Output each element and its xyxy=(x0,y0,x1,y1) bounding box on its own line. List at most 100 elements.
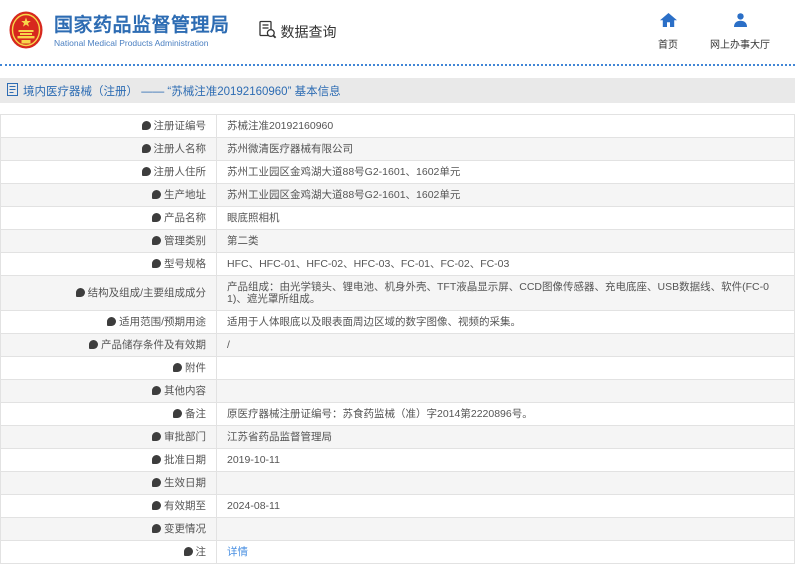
note-icon xyxy=(152,213,161,222)
row-label: 注册人住所 xyxy=(153,166,207,178)
row-value: 苏械注准20192160960 xyxy=(227,120,334,132)
home-icon xyxy=(659,13,677,32)
row-value-cell: 江苏省药品监督管理局 xyxy=(216,425,795,449)
note-icon xyxy=(152,524,161,533)
row-label-cell: 适用范围/预期用途 xyxy=(0,310,217,334)
site-header: 国家药品监督管理局 National Medical Products Admi… xyxy=(0,0,795,66)
note-icon xyxy=(183,547,193,556)
user-icon xyxy=(733,13,748,32)
row-value-cell: 原医疗器械注册证编号：苏食药监械（准）字2014第2220896号。 xyxy=(216,402,795,426)
nav-home-label: 首页 xyxy=(658,40,678,51)
row-label-cell: 审批部门 xyxy=(0,425,217,449)
row-value: 产品组成：由光学镜头、锂电池、机身外壳、TFT液晶显示屏、CCD图像传感器、充电… xyxy=(227,281,769,305)
row-value-cell: 详情 xyxy=(216,540,795,564)
row-label: 产品名称 xyxy=(164,212,206,224)
row-label-cell: 型号规格 xyxy=(0,252,217,276)
page-icon xyxy=(7,82,18,99)
row-value: HFC、HFC-01、HFC-02、HFC-03、FC-01、FC-02、FC-… xyxy=(227,258,510,270)
row-label-cell: 变更情况 xyxy=(0,517,217,541)
table-row: 批准日期 2019-10-11 xyxy=(0,448,795,472)
row-label-cell: 注册人名称 xyxy=(0,137,217,161)
note-icon xyxy=(141,167,151,176)
row-value-cell: 第二类 xyxy=(216,229,795,253)
row-label: 备注 xyxy=(185,408,206,420)
details-link[interactable]: 详情 xyxy=(227,546,248,558)
row-value-cell: HFC、HFC-01、HFC-02、HFC-03、FC-01、FC-02、FC-… xyxy=(216,252,795,276)
row-label-cell: 备注 xyxy=(0,402,217,426)
note-icon xyxy=(173,409,182,418)
row-value-cell: 苏械注准20192160960 xyxy=(216,114,795,138)
row-value-cell: 苏州工业园区金鸡湖大道88号G2-1601、1602单元 xyxy=(216,183,795,207)
row-label-cell: 产品名称 xyxy=(0,206,217,230)
table-row: 审批部门 江苏省药品监督管理局 xyxy=(0,425,795,449)
row-label-cell: 产品储存条件及有效期 xyxy=(0,333,217,357)
row-label: 适用范围/预期用途 xyxy=(119,316,206,328)
row-value: / xyxy=(227,339,230,351)
note-icon xyxy=(107,317,117,326)
row-value-cell: 2024-08-11 xyxy=(216,494,795,518)
row-label: 注册证编号 xyxy=(153,120,207,132)
table-row: 备注 原医疗器械注册证编号：苏食药监械（准）字2014第2220896号。 xyxy=(0,402,795,426)
row-label: 生产地址 xyxy=(164,189,206,201)
row-label-cell: 管理类别 xyxy=(0,229,217,253)
row-value: 苏州工业园区金鸡湖大道88号G2-1601、1602单元 xyxy=(227,189,461,201)
table-row: 注 详情 xyxy=(0,540,795,564)
row-value: 适用于人体眼底以及眼表面周边区域的数字图像、视频的采集。 xyxy=(227,316,521,328)
table-row: 结构及组成/主要组成成分 产品组成：由光学镜头、锂电池、机身外壳、TFT液晶显示… xyxy=(0,275,795,311)
row-label-cell: 注 xyxy=(0,540,217,564)
row-value: 眼底照相机 xyxy=(227,212,280,224)
row-value: 原医疗器械注册证编号：苏食药监械（准）字2014第2220896号。 xyxy=(227,408,533,420)
table-row: 注册人住所 苏州工业园区金鸡湖大道88号G2-1601、1602单元 xyxy=(0,160,795,184)
row-value: 2019-10-11 xyxy=(227,454,280,466)
row-value-cell: 苏州工业园区金鸡湖大道88号G2-1601、1602单元 xyxy=(216,160,795,184)
row-label-cell: 结构及组成/主要组成成分 xyxy=(0,275,217,311)
row-label: 附件 xyxy=(185,362,206,374)
row-label: 管理类别 xyxy=(164,235,206,247)
org-title-block: 国家药品监督管理局 National Medical Products Admi… xyxy=(54,16,230,48)
note-icon xyxy=(75,288,85,297)
row-label-cell: 有效期至 xyxy=(0,494,217,518)
note-icon xyxy=(152,386,161,395)
note-icon xyxy=(173,363,182,372)
document-search-icon xyxy=(258,20,277,44)
nav-home[interactable]: 首页 xyxy=(656,13,680,51)
row-value-cell: 产品组成：由光学镜头、锂电池、机身外壳、TFT液晶显示屏、CCD图像传感器、充电… xyxy=(216,275,795,311)
table-row: 附件 xyxy=(0,356,795,380)
row-value-cell xyxy=(216,517,795,541)
note-icon xyxy=(152,432,161,441)
note-icon xyxy=(89,340,98,349)
table-row: 注册证编号 苏械注准20192160960 xyxy=(0,114,795,138)
row-label-cell: 附件 xyxy=(0,356,217,380)
note-icon xyxy=(152,478,161,487)
table-row: 其他内容 xyxy=(0,379,795,403)
row-label-cell: 注册证编号 xyxy=(0,114,217,138)
row-value-cell xyxy=(216,356,795,380)
note-icon xyxy=(152,455,161,464)
nav-service-hall[interactable]: 网上办事大厅 xyxy=(710,13,770,51)
table-row: 产品名称 眼底照相机 xyxy=(0,206,795,230)
row-label: 有效期至 xyxy=(164,500,206,512)
org-name-cn: 国家药品监督管理局 xyxy=(54,15,230,37)
org-name-en: National Medical Products Administration xyxy=(54,38,209,48)
data-query-label: 数据查询 xyxy=(280,24,337,40)
row-label: 其他内容 xyxy=(164,385,206,397)
row-label: 结构及组成/主要组成成分 xyxy=(87,287,206,299)
row-label: 产品储存条件及有效期 xyxy=(101,339,206,351)
table-row: 注册人名称 苏州微清医疗器械有限公司 xyxy=(0,137,795,161)
note-icon xyxy=(141,144,151,153)
note-icon xyxy=(141,121,151,130)
row-value-cell: 2019-10-11 xyxy=(216,448,795,472)
row-label-cell: 生效日期 xyxy=(0,471,217,495)
row-label-cell: 其他内容 xyxy=(0,379,217,403)
top-nav: 首页 网上办事大厅 xyxy=(656,13,770,51)
row-value-cell: 适用于人体眼底以及眼表面周边区域的数字图像、视频的采集。 xyxy=(216,310,795,334)
note-icon xyxy=(152,259,161,268)
table-row: 适用范围/预期用途 适用于人体眼底以及眼表面周边区域的数字图像、视频的采集。 xyxy=(0,310,795,334)
note-icon xyxy=(152,190,161,199)
row-label: 注册人名称 xyxy=(153,143,207,155)
table-row: 生产地址 苏州工业园区金鸡湖大道88号G2-1601、1602单元 xyxy=(0,183,795,207)
data-query-section[interactable]: 数据查询 xyxy=(258,20,337,44)
row-value-cell xyxy=(216,471,795,495)
row-value-cell: / xyxy=(216,333,795,357)
row-value-cell: 眼底照相机 xyxy=(216,206,795,230)
